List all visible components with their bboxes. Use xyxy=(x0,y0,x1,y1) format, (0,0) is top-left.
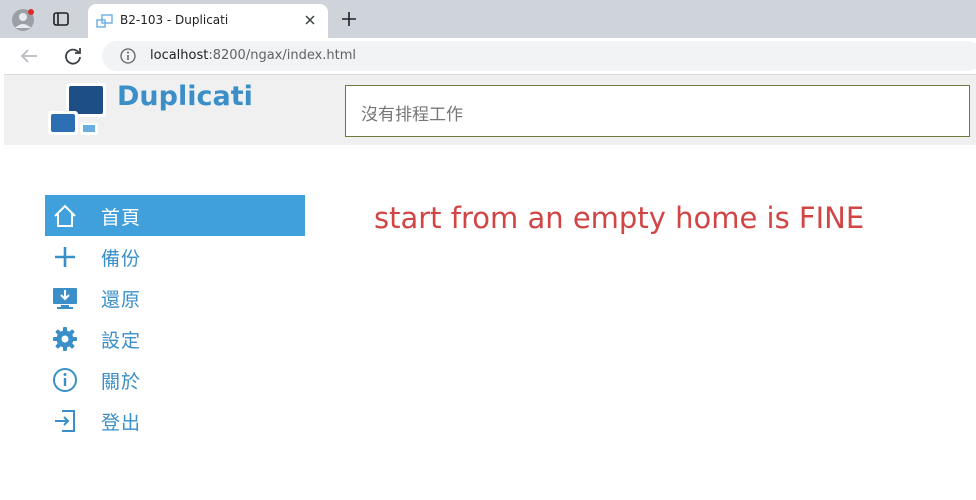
duplicati-logo-icon[interactable] xyxy=(46,81,110,137)
gear-icon xyxy=(53,327,77,351)
url-host: localhost xyxy=(150,48,209,63)
browser-tab-strip: B2-103 - Duplicati xyxy=(0,0,976,38)
back-arrow-icon[interactable] xyxy=(18,46,40,66)
schedule-status-box: 沒有排程工作 xyxy=(345,85,970,137)
brand-title[interactable]: Duplicati xyxy=(117,81,253,112)
restore-icon xyxy=(53,288,77,309)
info-icon xyxy=(53,368,77,392)
sidebar-item-logout[interactable]: 登出 xyxy=(45,400,305,441)
home-icon xyxy=(54,204,76,227)
schedule-status-text: 沒有排程工作 xyxy=(361,105,463,125)
sidebar-item-restore[interactable]: 還原 xyxy=(45,277,305,318)
reload-icon[interactable] xyxy=(62,45,84,67)
plus-icon xyxy=(55,247,75,267)
logout-icon xyxy=(55,410,75,432)
tab-actions-icon[interactable] xyxy=(51,9,71,29)
sidebar-item-backup[interactable]: 備份 xyxy=(45,236,305,277)
tab-title: B2-103 - Duplicati xyxy=(120,13,229,27)
close-tab-icon[interactable] xyxy=(302,12,318,28)
app-header: Duplicati 沒有排程工作 xyxy=(4,74,976,145)
site-info-icon[interactable] xyxy=(120,48,136,64)
url-text: localhost:8200/ngax/index.html xyxy=(150,48,356,63)
new-tab-icon[interactable] xyxy=(339,9,359,29)
sidebar-item-settings[interactable]: 設定 xyxy=(45,318,305,359)
sidebar-item-label: 首頁 xyxy=(101,207,142,229)
sidebar-item-label: 備份 xyxy=(101,248,142,270)
sidebar-item-label: 登出 xyxy=(101,412,142,434)
browser-toolbar: localhost:8200/ngax/index.html xyxy=(0,38,976,74)
browser-tab-active[interactable]: B2-103 - Duplicati xyxy=(88,4,328,38)
sidebar-item-home[interactable]: 首頁 xyxy=(45,195,305,236)
duplicati-favicon-icon xyxy=(96,14,113,28)
address-bar[interactable]: localhost:8200/ngax/index.html xyxy=(102,41,976,71)
sidebar-item-label: 設定 xyxy=(101,330,142,352)
profile-avatar-icon[interactable] xyxy=(12,9,34,31)
sidebar-item-label: 關於 xyxy=(101,371,142,393)
url-path: :8200/ngax/index.html xyxy=(208,48,357,63)
sidebar-item-about[interactable]: 關於 xyxy=(45,359,305,400)
sidebar-item-label: 還原 xyxy=(101,289,142,311)
main-message: start from an empty home is FINE xyxy=(374,201,865,235)
sidebar-nav: 首頁 備份 還原 設定 關於 登出 xyxy=(45,195,305,441)
